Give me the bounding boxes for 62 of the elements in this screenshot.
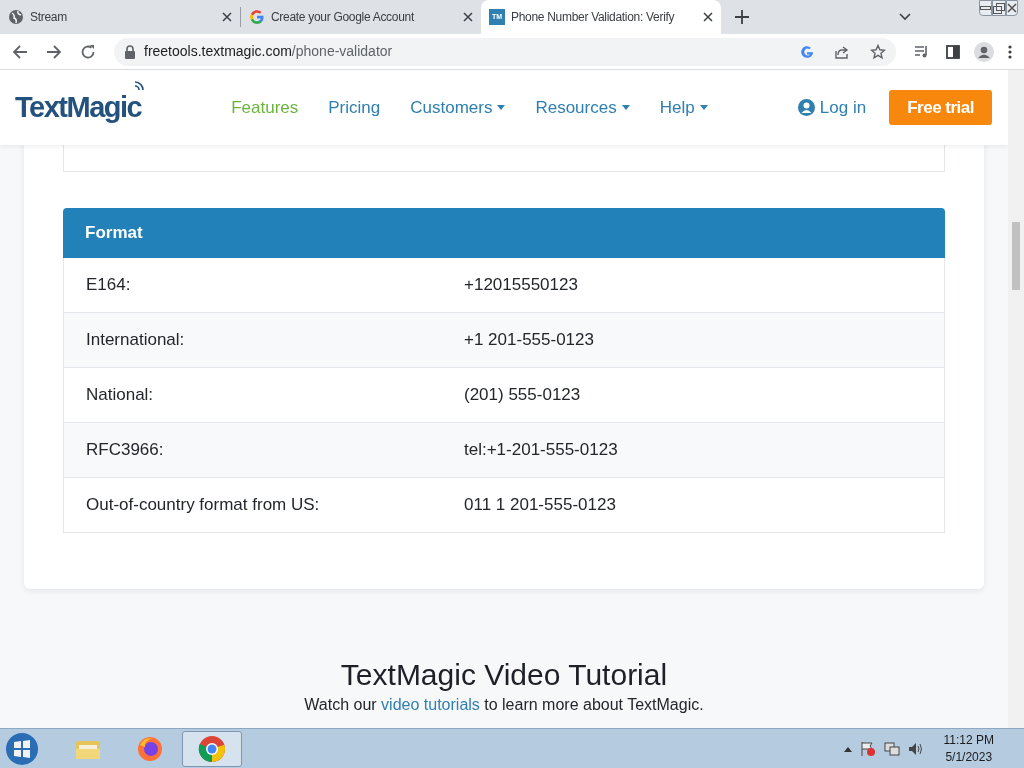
row-label: E164: [85,274,132,297]
browser-tab[interactable]: Stream [0,0,240,34]
side-panel-icon[interactable] [946,44,960,59]
tab-title: Stream [30,9,68,26]
section-description: Watch our video tutorials to learn more about TextMagic. [304,695,704,715]
google-icon [249,9,265,25]
nav-link[interactable]: Help [659,94,708,121]
section-heading: TextMagic Video Tutorial [340,657,668,693]
minimize-button[interactable] [979,0,992,16]
chrome-icon [198,734,226,763]
close-icon[interactable] [222,12,232,22]
new-tab-icon[interactable] [735,10,749,24]
forward-icon[interactable] [46,43,62,60]
lock-icon [124,44,136,59]
show-hidden-icon[interactable] [843,745,852,752]
free-trial-button[interactable]: Free trial [889,90,992,125]
row-value: 011 1 201-555-0123 [464,494,617,517]
restore-button[interactable] [992,0,1006,16]
reload-icon[interactable] [80,43,96,60]
flag-icon[interactable] [859,740,876,757]
clock-time: 11:12 PM [943,731,994,749]
google-icon[interactable] [800,44,814,59]
nav-link[interactable]: Features [231,94,299,121]
user-icon [797,99,815,116]
network-icon[interactable] [883,740,900,757]
row-value: (201) 555-0123 [464,384,582,407]
tab-title: Phone Number Validation: Verify [511,9,676,26]
close-icon[interactable] [463,12,473,22]
chevron-down-icon[interactable] [899,13,911,21]
login-link[interactable]: Log in [797,94,867,121]
row-value: +1 201-555-0123 [464,329,595,352]
row-label: International: [85,329,186,352]
nav-link[interactable]: Pricing [328,94,381,121]
profile-icon[interactable] [974,41,994,62]
close-icon[interactable] [703,12,713,22]
browser-tab[interactable]: Create your Google Account [241,0,481,34]
back-icon[interactable] [12,43,28,60]
star-icon[interactable] [870,43,886,60]
row-label: National: [85,384,155,407]
tab-title: Create your Google Account [271,9,416,26]
clock[interactable]: 11:12 PM 5/1/2023 [943,731,994,766]
minimize-icon [980,6,991,10]
url-text: freetools.textmagic.com/phone-validator [144,42,394,61]
address-bar[interactable]: freetools.textmagic.com/phone-validator [114,37,896,66]
clock-date: 5/1/2023 [945,748,993,766]
close-button[interactable] [1006,0,1018,16]
firefox-icon [136,734,164,763]
row-label: RFC3966: [85,439,165,462]
close-icon [1007,3,1017,13]
row-value: +12015550123 [464,274,579,297]
row-label: Out-of-country format from US: [85,494,321,517]
taskbar-button[interactable] [182,730,242,767]
media-icon[interactable] [914,43,930,60]
nav-link[interactable]: Customers [410,94,506,121]
video-tutorials-link[interactable]: video tutorials [381,696,480,713]
row-value: tel:+1-201-555-0123 [464,439,619,462]
scrollbar[interactable] [1008,70,1024,728]
globe-icon [8,9,24,25]
table-title: Format [85,222,143,245]
menu-icon[interactable] [1008,43,1012,60]
nav-link[interactable]: Resources [535,94,630,121]
restore-icon [993,2,1005,14]
